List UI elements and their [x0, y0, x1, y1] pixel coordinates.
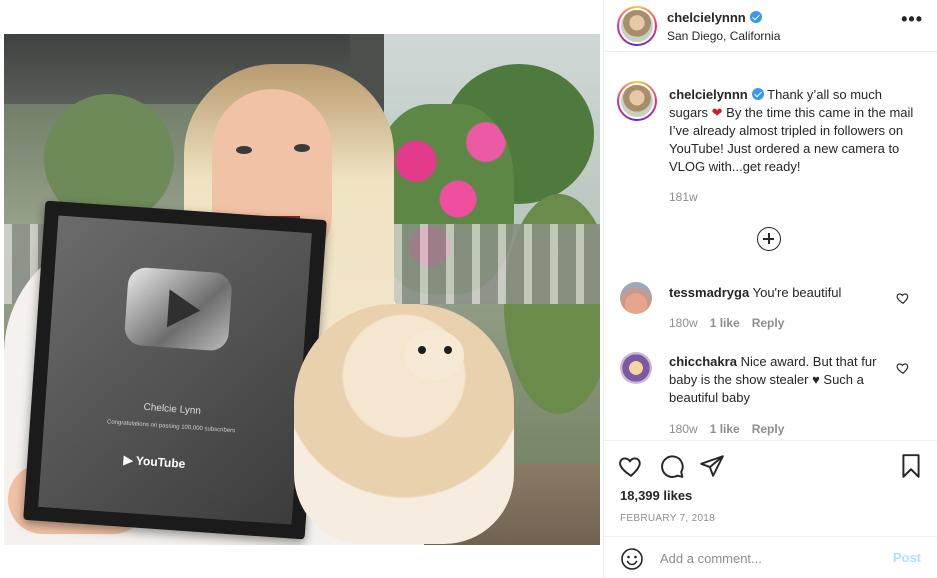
comment-icon[interactable]	[659, 453, 685, 479]
post-actions: 18,399 likes FEBRUARY 7, 2018 Post	[604, 440, 937, 578]
play-button-plaque: Chelcie Lynn Congratulations on passing …	[23, 200, 327, 540]
comment-meta: 180w 1 like Reply	[669, 316, 796, 330]
comment-body: tessmadryga You're beautiful	[669, 284, 889, 302]
photo-dog-face	[404, 330, 464, 380]
author-username[interactable]: chelcielynnn	[667, 10, 762, 25]
post-date: FEBRUARY 7, 2018	[620, 513, 716, 524]
post-header: chelcielynnn San Diego, California •••	[604, 0, 937, 52]
emoji-icon[interactable]	[620, 547, 644, 571]
load-more-comments-icon[interactable]	[757, 227, 781, 251]
comment-input[interactable]	[660, 548, 880, 568]
post-details-panel: chelcielynnn San Diego, California ••• c…	[603, 0, 937, 578]
author-avatar[interactable]	[617, 6, 657, 46]
verified-badge-icon	[751, 88, 764, 100]
comment-like-heart-icon[interactable]	[896, 361, 910, 375]
photo-dog-eye	[418, 346, 426, 354]
heart-icon[interactable]	[618, 453, 644, 479]
red-heart-emoji: ❤	[711, 105, 723, 120]
comment-username[interactable]: tessmadryga	[669, 285, 749, 300]
author-username-text[interactable]: chelcielynnn	[667, 10, 746, 25]
comment-text: You're beautiful	[752, 285, 842, 300]
like-count[interactable]: 18,399 likes	[620, 488, 692, 503]
caption-avatar-image	[619, 83, 655, 119]
comment-age: 180w	[669, 316, 698, 330]
photo-dog	[294, 304, 514, 544]
add-comment-bar: Post	[604, 536, 937, 578]
play-icon	[166, 289, 202, 330]
comment-like-count[interactable]: 1 like	[710, 316, 740, 330]
caption-username[interactable]: chelcielynnn	[669, 87, 748, 102]
verified-badge-icon	[749, 11, 762, 23]
photo-eye	[236, 146, 252, 154]
comment-meta: 180w 1 like Reply	[669, 422, 796, 436]
post-caption: chelcielynnn Thank y’all so much sugars …	[669, 86, 919, 176]
comment-like-count[interactable]: 1 like	[710, 422, 740, 436]
comment-body: chicchakra Nice award. But that fur baby…	[669, 353, 889, 407]
post-photo[interactable]: Chelcie Lynn Congratulations on passing …	[4, 34, 600, 545]
comment-username[interactable]: chicchakra	[669, 354, 737, 369]
comment-like-heart-icon[interactable]	[896, 291, 910, 305]
comment-avatar[interactable]	[620, 282, 652, 314]
share-icon[interactable]	[699, 453, 725, 479]
comment-reply-button[interactable]: Reply	[752, 422, 785, 436]
photo-eye	[294, 144, 310, 152]
more-options-icon[interactable]: •••	[901, 10, 923, 28]
comment-avatar[interactable]	[620, 352, 652, 384]
post-comment-button[interactable]: Post	[893, 550, 921, 565]
plaque-inner	[38, 215, 312, 525]
bookmark-icon[interactable]	[898, 453, 924, 479]
post-age: 181w	[669, 190, 698, 204]
author-avatar-image	[619, 8, 655, 44]
post-location[interactable]: San Diego, California	[667, 29, 780, 43]
post-media[interactable]: Chelcie Lynn Congratulations on passing …	[0, 0, 603, 578]
comment-reply-button[interactable]: Reply	[752, 316, 785, 330]
caption-avatar[interactable]	[617, 81, 657, 121]
photo-dog-eye	[444, 346, 452, 354]
comment-age: 180w	[669, 422, 698, 436]
